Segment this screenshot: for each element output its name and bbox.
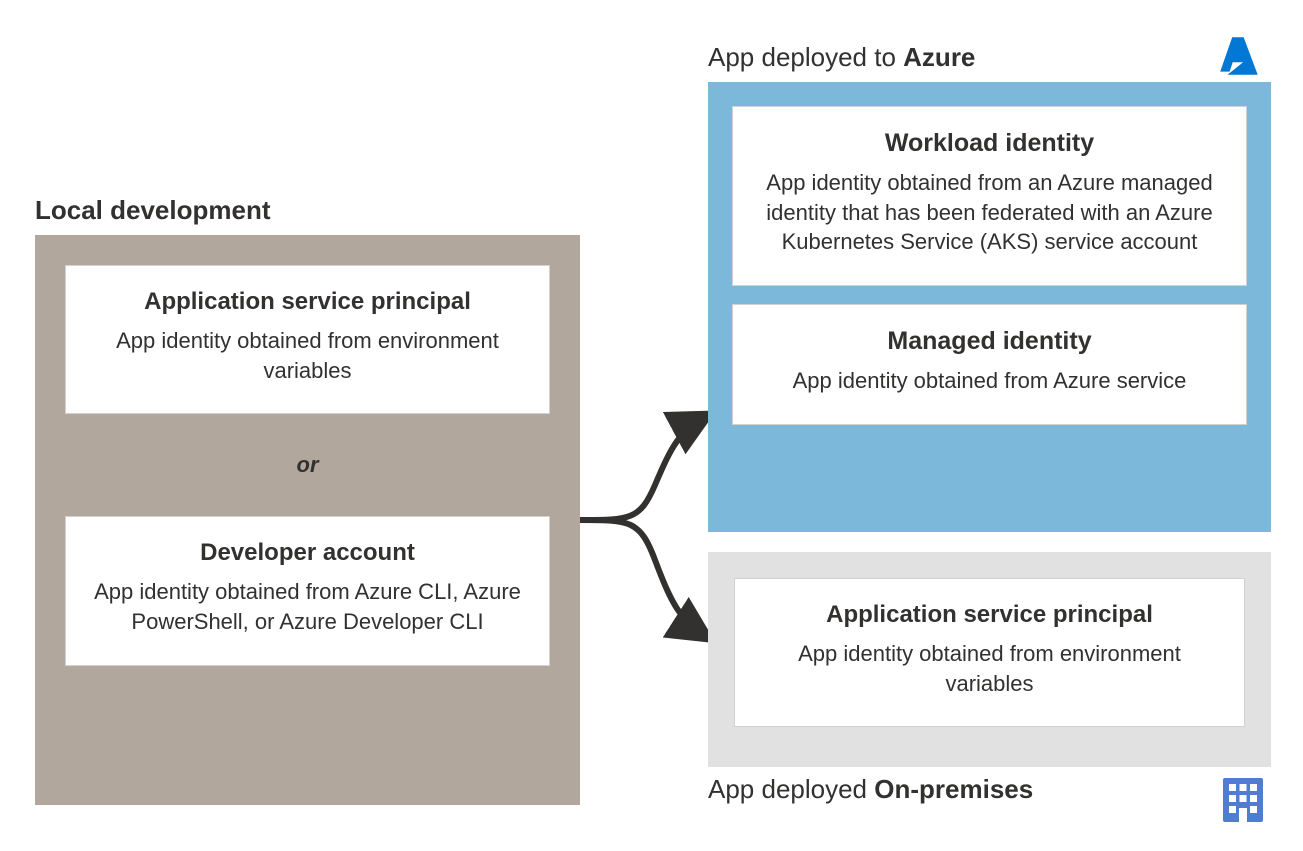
onprem-container: Application service principal App identi… [708,552,1271,767]
card-workload-identity: Workload identity App identity obtained … [732,106,1247,286]
onprem-title-bold: On-premises [874,774,1033,804]
onprem-title: App deployed On-premises [708,774,1033,805]
card-title: Workload identity [757,129,1222,158]
card-managed-identity: Managed identity App identity obtained f… [732,304,1247,425]
azure-title: App deployed to Azure [708,42,975,73]
azure-title-pre: App deployed to [708,42,903,72]
card-developer-account: Developer account App identity obtained … [65,516,550,665]
card-desc: App identity obtained from Azure service [757,366,1222,396]
onprem-title-pre: App deployed [708,774,874,804]
diagram-stage: Local development Application service pr… [0,0,1303,851]
card-title: Application service principal [90,288,525,316]
card-service-principal-onprem: Application service principal App identi… [734,578,1245,727]
card-service-principal-local: Application service principal App identi… [65,265,550,414]
local-dev-container: Application service principal App identi… [35,235,580,805]
branch-arrows [580,390,720,670]
local-dev-title: Local development [35,195,271,226]
building-icon [1221,776,1265,824]
card-title: Managed identity [757,327,1222,356]
card-desc: App identity obtained from Azure CLI, Az… [90,577,525,636]
azure-title-bold: Azure [903,42,975,72]
card-desc: App identity obtained from an Azure mana… [757,168,1222,257]
azure-container: Workload identity App identity obtained … [708,82,1271,532]
card-desc: App identity obtained from environment v… [90,326,525,385]
or-separator: or [65,452,550,478]
azure-logo-icon [1215,31,1265,81]
card-desc: App identity obtained from environment v… [759,639,1220,698]
card-title: Developer account [90,539,525,567]
card-title: Application service principal [759,601,1220,629]
